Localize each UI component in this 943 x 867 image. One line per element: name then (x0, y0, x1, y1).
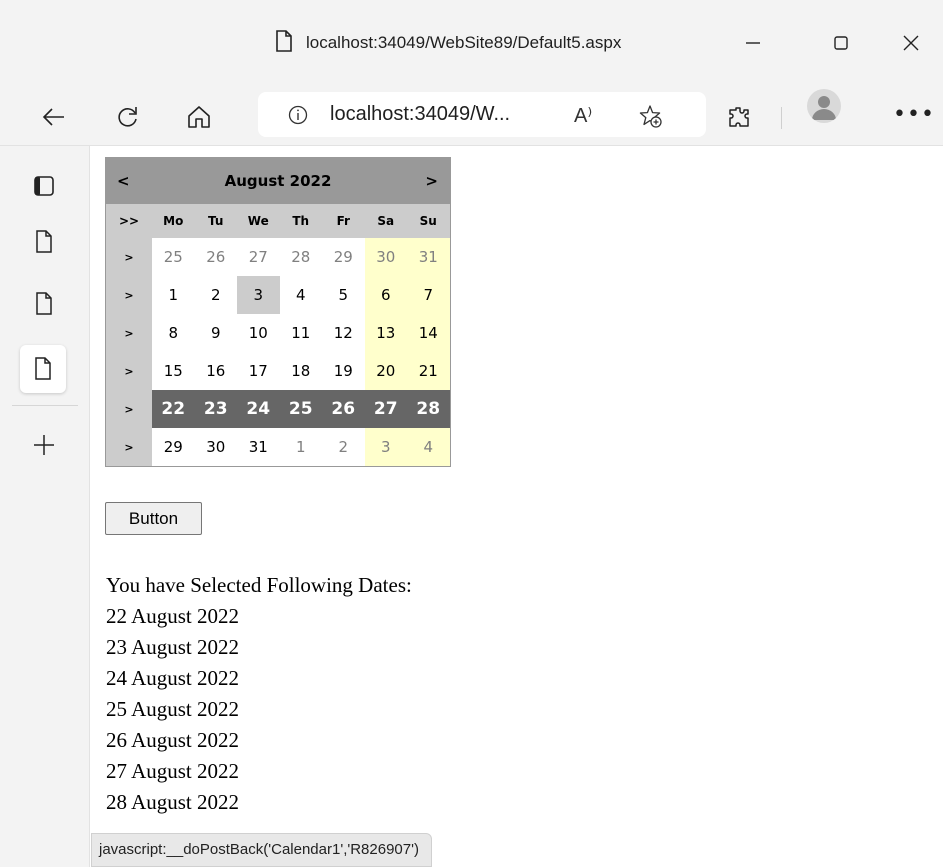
tab-page-icon[interactable] (26, 224, 62, 260)
calendar-day[interactable]: 14 (407, 314, 450, 352)
calendar-grid: >> Mo Tu We Th Fr Sa Su > 25 26 27 28 29… (106, 204, 450, 466)
submit-button[interactable]: Button (105, 502, 202, 535)
calendar-day[interactable]: 1 (280, 428, 323, 466)
browser-toolbar: localhost:34049/W... A⁾ (0, 86, 943, 146)
extensions-icon[interactable] (726, 104, 752, 130)
calendar-day[interactable]: 21 (407, 352, 450, 390)
title-bar: localhost:34049/WebSite89/Default5.aspx (0, 0, 943, 86)
calendar-day[interactable]: 29 (152, 428, 195, 466)
calendar-day[interactable]: 26 (195, 238, 238, 276)
profile-avatar-icon[interactable] (807, 89, 841, 123)
day-header: Tu (194, 204, 237, 238)
selected-dates-heading: You have Selected Following Dates: (106, 573, 412, 597)
selected-date: 24 August 2022 (106, 666, 240, 690)
read-aloud-icon[interactable]: A⁾ (574, 103, 592, 128)
calendar-day[interactable]: 25 (152, 238, 195, 276)
close-button[interactable] (896, 28, 926, 58)
calendar-day[interactable]: 29 (322, 238, 365, 276)
select-week-link[interactable]: > (106, 352, 152, 390)
vertical-tabs-sidebar (0, 146, 90, 867)
calendar-day[interactable]: 5 (322, 276, 365, 314)
select-month-link[interactable]: >> (106, 204, 152, 238)
day-header: We (237, 204, 280, 238)
calendar-day-selected[interactable]: 22 (152, 390, 195, 428)
calendar-day[interactable]: 19 (322, 352, 365, 390)
calendar-day-selected[interactable]: 23 (194, 390, 237, 428)
active-tab-page-icon[interactable] (20, 345, 66, 393)
calendar-title-bar: < August 2022 > (106, 158, 450, 204)
calendar-day-selected[interactable]: 27 (364, 390, 407, 428)
calendar-day[interactable]: 4 (407, 428, 450, 466)
select-week-link[interactable]: > (106, 428, 152, 466)
calendar-day[interactable]: 27 (237, 238, 280, 276)
calendar-day-selected[interactable]: 25 (279, 390, 322, 428)
sidebar-divider (12, 405, 78, 406)
calendar-day[interactable]: 12 (322, 314, 365, 352)
calendar-day-today[interactable]: 3 (237, 276, 280, 314)
next-month-link[interactable]: > (425, 172, 438, 190)
selected-date: 28 August 2022 (106, 790, 240, 814)
calendar-day[interactable]: 2 (195, 276, 238, 314)
calendar-day[interactable]: 28 (280, 238, 323, 276)
calendar-day[interactable]: 4 (280, 276, 323, 314)
calendar-day[interactable]: 13 (364, 314, 407, 352)
back-arrow-icon[interactable] (41, 104, 67, 130)
toolbar-divider (781, 107, 782, 129)
calendar-day[interactable]: 9 (195, 314, 238, 352)
calendar-day-selected[interactable]: 28 (407, 390, 450, 428)
calendar-day[interactable]: 15 (152, 352, 195, 390)
selected-dates-output: You have Selected Following Dates: 22 Au… (106, 570, 412, 818)
tab-actions-icon[interactable] (26, 168, 62, 204)
link-status-bar: javascript:__doPostBack('Calendar1','R82… (91, 833, 432, 867)
calendar-day[interactable]: 11 (280, 314, 323, 352)
calendar-day[interactable]: 8 (152, 314, 195, 352)
selected-date: 22 August 2022 (106, 604, 240, 628)
address-bar[interactable]: localhost:34049/W... A⁾ (258, 92, 706, 137)
month-title: August 2022 (224, 172, 332, 190)
info-icon[interactable] (288, 105, 308, 125)
day-header: Fr (322, 204, 365, 238)
selected-date: 26 August 2022 (106, 728, 240, 752)
select-week-link[interactable]: > (106, 238, 152, 276)
window-title: localhost:34049/WebSite89/Default5.aspx (306, 33, 622, 52)
page-content: < August 2022 > >> Mo Tu We Th Fr Sa Su … (91, 146, 943, 867)
page-icon (275, 30, 293, 52)
calendar-day[interactable]: 10 (237, 314, 280, 352)
selected-date: 25 August 2022 (106, 697, 240, 721)
calendar-day[interactable]: 1 (152, 276, 195, 314)
calendar-day[interactable]: 6 (364, 276, 407, 314)
new-tab-icon[interactable] (26, 427, 62, 463)
calendar-day[interactable]: 30 (195, 428, 238, 466)
add-favorite-icon[interactable] (638, 104, 662, 128)
select-week-link[interactable]: > (106, 314, 152, 352)
calendar-day[interactable]: 18 (280, 352, 323, 390)
calendar-day[interactable]: 7 (407, 276, 450, 314)
tab-page-icon[interactable] (26, 286, 62, 322)
home-icon[interactable] (186, 104, 212, 130)
day-header: Th (279, 204, 322, 238)
calendar-day-selected[interactable]: 26 (322, 390, 365, 428)
selected-date: 23 August 2022 (106, 635, 240, 659)
minimize-button[interactable] (738, 28, 768, 58)
calendar-day-selected[interactable]: 24 (237, 390, 280, 428)
select-week-link[interactable]: > (106, 276, 152, 314)
url-text[interactable]: localhost:34049/W... (330, 103, 510, 126)
day-header: Su (407, 204, 450, 238)
calendar: < August 2022 > >> Mo Tu We Th Fr Sa Su … (105, 157, 451, 467)
calendar-day[interactable]: 20 (364, 352, 407, 390)
day-header: Sa (364, 204, 407, 238)
select-week-link[interactable]: > (106, 390, 152, 428)
calendar-day[interactable]: 31 (407, 238, 450, 276)
calendar-day[interactable]: 2 (322, 428, 365, 466)
calendar-day[interactable]: 16 (195, 352, 238, 390)
day-header: Mo (152, 204, 195, 238)
calendar-day[interactable]: 31 (237, 428, 280, 466)
refresh-icon[interactable] (115, 104, 141, 130)
more-options-icon[interactable]: ••• (893, 102, 935, 127)
calendar-day[interactable]: 30 (364, 238, 407, 276)
calendar-day[interactable]: 17 (237, 352, 280, 390)
maximize-button[interactable] (826, 28, 856, 58)
selected-date: 27 August 2022 (106, 759, 240, 783)
calendar-day[interactable]: 3 (364, 428, 407, 466)
